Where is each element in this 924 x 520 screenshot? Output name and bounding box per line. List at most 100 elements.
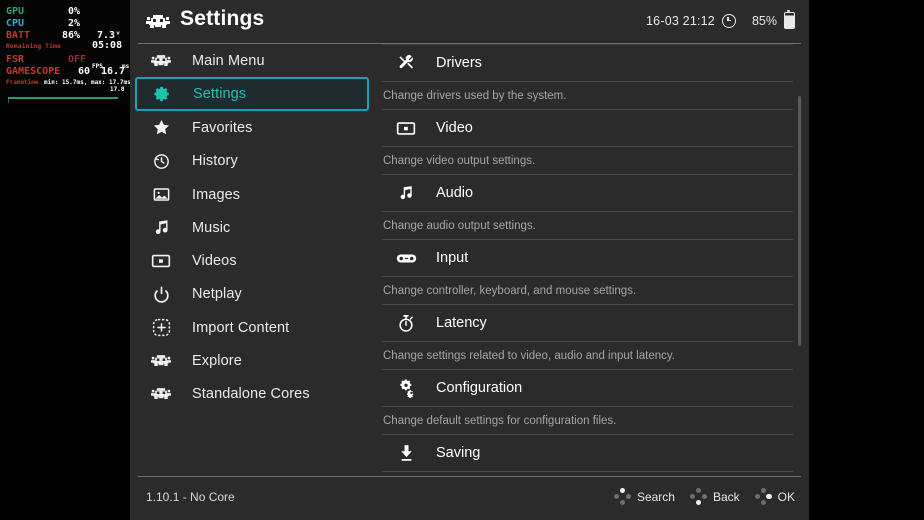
page-title: Settings bbox=[180, 7, 265, 30]
sidebar-item-standalone-cores[interactable]: Standalone Cores bbox=[130, 378, 378, 411]
entry-sublabel: Change settings related to video, audio … bbox=[383, 349, 675, 362]
space-invader-icon bbox=[148, 50, 174, 72]
entry-label: Latency bbox=[436, 315, 487, 331]
performance-overlay: GPU 0% CPU 2% BATT 86% 7.3ᵛ Remaining Ti… bbox=[0, 0, 130, 104]
gamepad-icon bbox=[392, 247, 420, 269]
clock-text: 16-03 21:12 bbox=[646, 13, 715, 28]
entry-sublabel: Change controller, keyboard, and mouse s… bbox=[383, 284, 637, 297]
sidebar-item-images[interactable]: Images bbox=[130, 178, 378, 211]
footer-action-label: Back bbox=[712, 489, 740, 504]
footer-actions: Search Back OK bbox=[606, 488, 795, 505]
gears-icon bbox=[392, 377, 420, 399]
space-invader-icon bbox=[148, 350, 174, 372]
settings-entry-input[interactable]: Input Change controller, keyboard, and m… bbox=[378, 240, 809, 305]
settings-entry-drivers[interactable]: Drivers Change drivers used by the syste… bbox=[378, 45, 809, 110]
download-icon bbox=[392, 442, 420, 464]
sidebar-item-label: History bbox=[192, 153, 238, 170]
perf-fsr-label: FSR bbox=[6, 54, 25, 65]
header-bar: Settings 16-03 21:12 85% bbox=[130, 0, 809, 44]
perf-cpu-value: 2% bbox=[68, 18, 81, 29]
sidebar-item-label: Main Menu bbox=[192, 52, 265, 69]
sidebar-item-main-menu[interactable]: Main Menu bbox=[130, 44, 378, 77]
sidebar-item-label: Music bbox=[192, 219, 231, 236]
entry-label: Configuration bbox=[436, 380, 523, 396]
sidebar-item-history[interactable]: History bbox=[130, 145, 378, 178]
perf-batt-value: 86% bbox=[62, 30, 81, 41]
sidebar-item-label: Import Content bbox=[192, 319, 290, 336]
sidebar-item-import-content[interactable]: Import Content bbox=[130, 311, 378, 344]
entry-sublabel: Change video output settings. bbox=[383, 154, 536, 167]
entry-label: Audio bbox=[436, 185, 474, 201]
footer-action-label: Search bbox=[636, 489, 675, 504]
perf-fsr-value: OFF bbox=[68, 54, 87, 65]
space-invader-icon bbox=[146, 14, 170, 35]
sidebar-item-label: Images bbox=[192, 186, 241, 203]
entry-label: Drivers bbox=[436, 55, 482, 71]
entry-label: Input bbox=[436, 250, 469, 266]
music-note-icon bbox=[148, 217, 174, 239]
gamepad-button-cluster-icon bbox=[613, 488, 631, 505]
battery-icon bbox=[784, 9, 795, 29]
sidebar-item-music[interactable]: Music bbox=[130, 211, 378, 244]
entry-sublabel: Change audio output settings. bbox=[383, 219, 536, 232]
sidebar: Main Menu Settings Favorites History Ima… bbox=[130, 44, 378, 476]
perf-frametime-stats2: 17.8 bbox=[110, 86, 125, 93]
footer-action-ok[interactable]: OK bbox=[754, 488, 795, 505]
perf-frametime-graph bbox=[8, 97, 118, 99]
footer-divider bbox=[138, 476, 801, 477]
sidebar-item-label: Explore bbox=[192, 353, 242, 370]
perf-frametime-graph-tick bbox=[8, 99, 9, 103]
footer-action-back[interactable]: Back bbox=[689, 488, 740, 505]
footer-action-label: OK bbox=[777, 489, 795, 504]
version-text: 1.10.1 - No Core bbox=[146, 490, 235, 504]
gamepad-button-cluster-icon bbox=[754, 488, 772, 505]
sidebar-item-label: Settings bbox=[193, 86, 247, 103]
plus-circle-icon bbox=[148, 317, 174, 339]
footer-bar: 1.10.1 - No Core Search Back OK bbox=[130, 476, 809, 520]
perf-frametime-unit: ms bbox=[122, 63, 130, 70]
sidebar-item-netplay[interactable]: Netplay bbox=[130, 278, 378, 311]
sidebar-item-videos[interactable]: Videos bbox=[130, 244, 378, 277]
perf-gpu-label: GPU bbox=[6, 6, 25, 17]
gear-icon bbox=[149, 83, 175, 105]
sidebar-item-favorites[interactable]: Favorites bbox=[130, 111, 378, 144]
perf-frametime-stats: min: 15.7ms, max: 17.7ms bbox=[44, 79, 130, 86]
sidebar-item-settings[interactable]: Settings bbox=[135, 77, 369, 112]
space-invader-icon bbox=[148, 383, 174, 405]
music-note-icon bbox=[392, 182, 420, 204]
video-icon bbox=[148, 250, 174, 272]
perf-cpu-label: CPU bbox=[6, 18, 25, 29]
settings-entry-configuration[interactable]: Configuration Change default settings fo… bbox=[378, 370, 809, 435]
scrollbar-thumb[interactable] bbox=[798, 96, 801, 346]
entry-label: Saving bbox=[436, 445, 481, 461]
perf-remaining-label: Remaining Time bbox=[6, 42, 61, 50]
sidebar-item-label: Videos bbox=[192, 253, 237, 270]
settings-list: Drivers Change drivers used by the syste… bbox=[378, 44, 809, 476]
perf-batt-label: BATT bbox=[6, 30, 31, 41]
netplay-icon bbox=[148, 283, 174, 305]
settings-entry-audio[interactable]: Audio Change audio output settings. bbox=[378, 175, 809, 240]
retroarch-window: Settings 16-03 21:12 85% Main Menu Setti… bbox=[130, 0, 809, 520]
clock-icon bbox=[721, 13, 736, 28]
entry-sublabel: Change default settings for configuratio… bbox=[383, 414, 617, 427]
settings-entry-saving[interactable]: Saving Change saving settings. bbox=[378, 435, 809, 476]
battery-percent: 85% bbox=[751, 13, 777, 28]
stopwatch-icon bbox=[392, 312, 420, 334]
sidebar-item-label: Standalone Cores bbox=[192, 386, 310, 403]
settings-entry-video[interactable]: Video Change video output settings. bbox=[378, 110, 809, 175]
tools-icon bbox=[392, 52, 420, 74]
video-icon bbox=[392, 117, 420, 139]
footer-action-search[interactable]: Search bbox=[613, 488, 675, 505]
image-icon bbox=[148, 184, 174, 206]
sidebar-item-label: Favorites bbox=[192, 119, 253, 136]
star-icon bbox=[148, 117, 174, 139]
perf-gpu-value: 0% bbox=[68, 6, 81, 17]
settings-entry-latency[interactable]: Latency Change settings related to video… bbox=[378, 305, 809, 370]
perf-gamescope-label: GAMESCOPE bbox=[6, 66, 61, 77]
history-clock-icon bbox=[148, 150, 174, 172]
sidebar-item-label: Netplay bbox=[192, 286, 242, 303]
screen-root: Settings 16-03 21:12 85% Main Menu Setti… bbox=[0, 0, 924, 520]
gamepad-button-cluster-icon bbox=[689, 488, 707, 505]
sidebar-item-explore[interactable]: Explore bbox=[130, 344, 378, 377]
entry-label: Video bbox=[436, 120, 473, 136]
